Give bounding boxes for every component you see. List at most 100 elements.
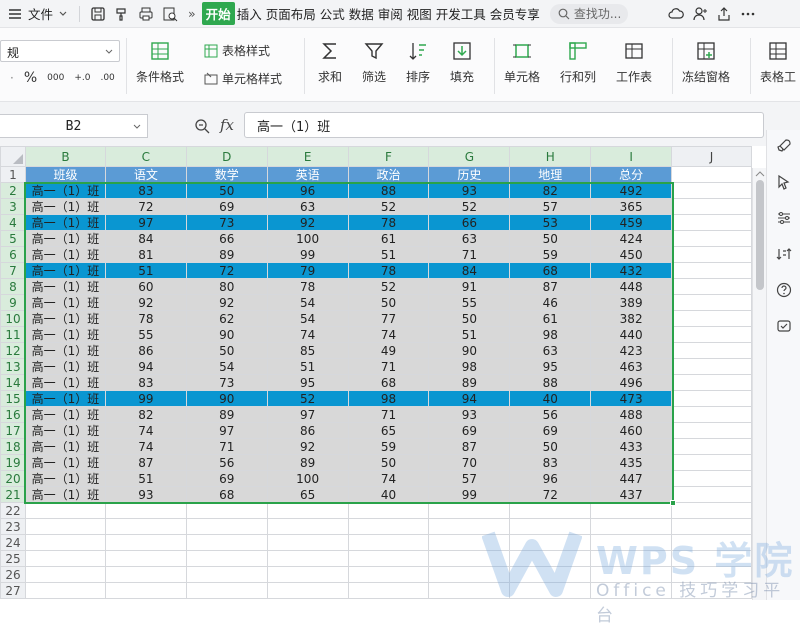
header-cell[interactable]: 班级 (24, 166, 106, 183)
empty-cell[interactable] (671, 294, 752, 311)
score-cell[interactable]: 463 (590, 358, 673, 375)
rocket-icon[interactable] (776, 138, 792, 154)
empty-cell[interactable] (671, 566, 752, 583)
score-cell[interactable]: 93 (104, 486, 187, 503)
score-cell[interactable]: 54 (266, 310, 349, 327)
empty-cell[interactable] (671, 182, 752, 199)
row-header[interactable]: 1 (0, 166, 26, 183)
empty-cell[interactable] (671, 502, 752, 519)
header-cell[interactable]: 英语 (266, 166, 349, 183)
class-cell[interactable]: 高一（1）班 (24, 406, 106, 423)
score-cell[interactable]: 61 (347, 230, 430, 247)
score-cell[interactable]: 97 (185, 422, 268, 439)
score-cell[interactable]: 57 (428, 470, 511, 487)
row-header[interactable]: 11 (0, 326, 26, 343)
filter-button[interactable]: 筛选 (362, 40, 386, 85)
column-header-j[interactable]: J (671, 146, 752, 167)
row-header[interactable]: 18 (0, 438, 26, 455)
score-cell[interactable]: 460 (590, 422, 673, 439)
empty-cell[interactable] (509, 534, 592, 551)
class-cell[interactable]: 高一（1）班 (24, 214, 106, 231)
class-cell[interactable]: 高一（1）班 (24, 326, 106, 343)
formula-input[interactable]: 高一（1）班 (244, 112, 764, 138)
empty-cell[interactable] (266, 518, 349, 535)
empty-cell[interactable] (671, 550, 752, 567)
empty-cell[interactable] (671, 326, 752, 343)
empty-cell[interactable] (590, 582, 673, 599)
row-header[interactable]: 4 (0, 214, 26, 231)
empty-cell[interactable] (428, 534, 511, 551)
score-cell[interactable]: 71 (428, 246, 511, 263)
header-cell[interactable]: 总分 (590, 166, 673, 183)
row-col-button[interactable]: 行和列 (560, 40, 596, 85)
currency-dropdown[interactable]: · (10, 71, 14, 85)
class-cell[interactable]: 高一（1）班 (24, 374, 106, 391)
score-cell[interactable]: 50 (185, 182, 268, 199)
header-cell[interactable]: 政治 (347, 166, 430, 183)
score-cell[interactable]: 66 (185, 230, 268, 247)
score-cell[interactable]: 473 (590, 390, 673, 407)
print-preview-icon[interactable] (162, 6, 178, 22)
score-cell[interactable]: 74 (347, 470, 430, 487)
row-header[interactable]: 9 (0, 294, 26, 311)
score-cell[interactable]: 459 (590, 214, 673, 231)
format-painter-icon[interactable] (114, 6, 130, 22)
empty-cell[interactable] (185, 502, 268, 519)
score-cell[interactable]: 98 (347, 390, 430, 407)
empty-cell[interactable] (590, 566, 673, 583)
score-cell[interactable]: 86 (266, 422, 349, 439)
score-cell[interactable]: 50 (509, 438, 592, 455)
empty-cell[interactable] (671, 342, 752, 359)
class-cell[interactable]: 高一（1）班 (24, 390, 106, 407)
score-cell[interactable]: 51 (104, 262, 187, 279)
skin-icon[interactable] (776, 318, 792, 334)
score-cell[interactable]: 99 (266, 246, 349, 263)
thousands-button[interactable]: 000 (47, 73, 64, 83)
conditional-format-button[interactable]: 条件格式 (136, 40, 184, 85)
score-cell[interactable]: 90 (185, 390, 268, 407)
score-cell[interactable]: 56 (185, 454, 268, 471)
tab-review[interactable]: 审阅 (376, 4, 405, 23)
empty-cell[interactable] (671, 582, 752, 599)
class-cell[interactable]: 高一（1）班 (24, 294, 106, 311)
increase-decimal-button[interactable]: +.0 (74, 73, 90, 83)
empty-cell[interactable] (24, 534, 106, 551)
select-all-corner[interactable] (0, 146, 26, 167)
score-cell[interactable]: 52 (347, 198, 430, 215)
empty-cell[interactable] (671, 166, 752, 183)
score-cell[interactable]: 51 (104, 470, 187, 487)
vertical-scrollbar[interactable] (752, 168, 766, 600)
score-cell[interactable]: 88 (347, 182, 430, 199)
score-cell[interactable]: 68 (185, 486, 268, 503)
class-cell[interactable]: 高一（1）班 (24, 342, 106, 359)
score-cell[interactable]: 51 (428, 326, 511, 343)
score-cell[interactable]: 80 (185, 278, 268, 295)
score-cell[interactable]: 98 (509, 326, 592, 343)
score-cell[interactable]: 65 (347, 422, 430, 439)
score-cell[interactable]: 55 (428, 294, 511, 311)
score-cell[interactable]: 77 (347, 310, 430, 327)
empty-cell[interactable] (671, 198, 752, 215)
empty-cell[interactable] (266, 534, 349, 551)
score-cell[interactable]: 74 (266, 326, 349, 343)
score-cell[interactable]: 57 (509, 198, 592, 215)
score-cell[interactable]: 86 (104, 342, 187, 359)
column-header-c[interactable]: C (104, 146, 187, 167)
tab-insert[interactable]: 插入 (235, 4, 264, 23)
score-cell[interactable]: 74 (347, 326, 430, 343)
search-box[interactable]: 查找功... (549, 3, 628, 24)
score-cell[interactable]: 89 (185, 406, 268, 423)
score-cell[interactable]: 97 (104, 214, 187, 231)
score-cell[interactable]: 78 (347, 262, 430, 279)
print-icon[interactable] (138, 6, 154, 22)
score-cell[interactable]: 100 (266, 470, 349, 487)
class-cell[interactable]: 高一（1）班 (24, 486, 106, 503)
class-cell[interactable]: 高一（1）班 (24, 262, 106, 279)
score-cell[interactable]: 50 (509, 230, 592, 247)
row-header[interactable]: 12 (0, 342, 26, 359)
settings-sliders-icon[interactable] (776, 210, 792, 226)
empty-cell[interactable] (24, 518, 106, 535)
score-cell[interactable]: 46 (509, 294, 592, 311)
empty-cell[interactable] (104, 550, 187, 567)
score-cell[interactable]: 63 (428, 230, 511, 247)
